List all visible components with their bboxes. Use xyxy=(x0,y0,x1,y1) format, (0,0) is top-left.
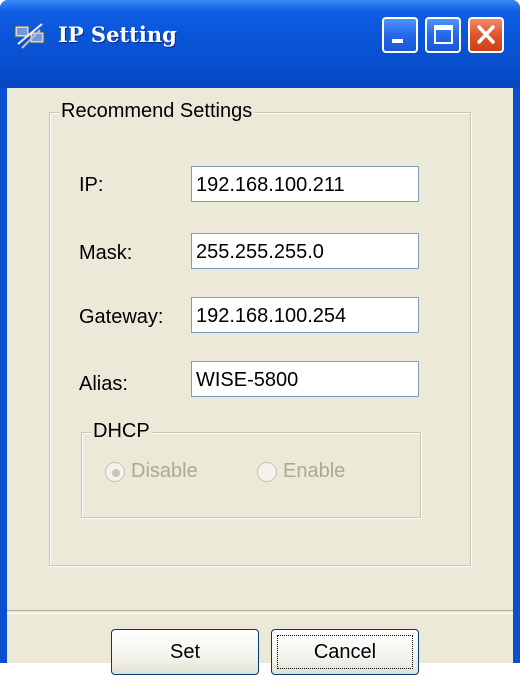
dhcp-legend: DHCP xyxy=(91,420,152,443)
dhcp-enable-label: Enable xyxy=(283,460,346,482)
mask-input[interactable] xyxy=(191,233,419,269)
maximize-button[interactable] xyxy=(425,17,461,53)
gateway-input[interactable] xyxy=(191,297,419,333)
mask-label: Mask: xyxy=(79,242,133,264)
close-button[interactable] xyxy=(468,17,504,53)
alias-input[interactable] xyxy=(191,361,419,397)
set-button-label: Set xyxy=(169,641,201,663)
maximize-icon xyxy=(434,25,453,44)
recommend-settings-legend: Recommend Settings xyxy=(59,100,255,123)
cancel-button-label: Cancel xyxy=(313,641,377,663)
radio-button xyxy=(257,462,277,482)
minimize-button[interactable] xyxy=(382,17,418,53)
network-computer-icon xyxy=(12,20,48,52)
dhcp-disable-label: Disable xyxy=(131,460,198,482)
ip-label: IP: xyxy=(79,174,104,196)
close-icon xyxy=(477,25,495,44)
alias-label: Alias: xyxy=(79,373,128,395)
radio-dot xyxy=(112,469,120,477)
ip-setting-window: IP Setting Recommend Settings IP: Mask: … xyxy=(0,0,520,675)
window-frame-right xyxy=(513,88,520,663)
radio-button-selected xyxy=(105,462,125,482)
gateway-label: Gateway: xyxy=(79,306,164,328)
cancel-button[interactable]: Cancel xyxy=(271,629,419,675)
window-frame-left xyxy=(0,88,7,663)
ip-input[interactable] xyxy=(191,166,419,202)
set-button[interactable]: Set xyxy=(111,629,259,675)
window-title: IP Setting xyxy=(58,22,177,47)
dialog-body: Recommend Settings IP: Mask: Gateway: Al… xyxy=(7,88,513,675)
title-bar[interactable]: IP Setting xyxy=(0,0,520,88)
minimize-icon xyxy=(392,39,403,43)
button-separator xyxy=(7,610,513,614)
